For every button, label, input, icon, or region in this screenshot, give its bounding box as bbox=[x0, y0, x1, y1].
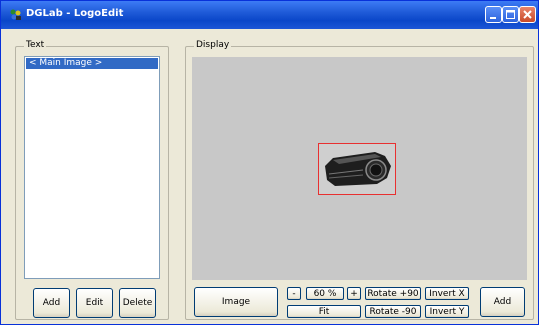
maximize-icon bbox=[506, 10, 515, 19]
maximize-button[interactable] bbox=[502, 6, 519, 23]
edit-text-button[interactable]: Edit bbox=[76, 288, 113, 318]
minimize-icon bbox=[490, 17, 496, 19]
image-button[interactable]: Image bbox=[194, 287, 278, 317]
zoom-level-display: 60 % bbox=[306, 287, 344, 300]
delete-text-button[interactable]: Delete bbox=[119, 288, 156, 318]
invert-y-button[interactable]: Invert Y bbox=[425, 305, 469, 318]
display-group-label: Display bbox=[194, 40, 232, 50]
logo-selection-box[interactable] bbox=[318, 143, 396, 195]
logo-image bbox=[319, 144, 395, 194]
title-bar[interactable]: DGLab - LogoEdit bbox=[1, 1, 538, 29]
text-list[interactable]: < Main Image > bbox=[24, 56, 160, 279]
fit-button[interactable]: Fit bbox=[287, 305, 361, 318]
zoom-in-button[interactable]: + bbox=[347, 287, 361, 300]
text-group-label: Text bbox=[24, 40, 47, 50]
invert-x-button[interactable]: Invert X bbox=[425, 287, 469, 300]
display-canvas[interactable] bbox=[192, 57, 527, 280]
app-window: DGLab - LogoEdit Text < Main Image > Add… bbox=[0, 0, 539, 325]
rotate-plus-90-button[interactable]: Rotate +90 bbox=[365, 287, 421, 300]
add-display-button[interactable]: Add bbox=[480, 287, 525, 317]
add-text-button[interactable]: Add bbox=[33, 288, 70, 318]
app-icon bbox=[9, 8, 22, 21]
window-title: DGLab - LogoEdit bbox=[26, 8, 124, 19]
minimize-button[interactable] bbox=[485, 6, 502, 23]
close-icon bbox=[523, 10, 532, 19]
close-button[interactable] bbox=[519, 6, 536, 23]
list-item-main-image[interactable]: < Main Image > bbox=[26, 58, 158, 69]
rotate-minus-90-button[interactable]: Rotate -90 bbox=[365, 305, 421, 318]
zoom-out-button[interactable]: - bbox=[287, 287, 301, 300]
